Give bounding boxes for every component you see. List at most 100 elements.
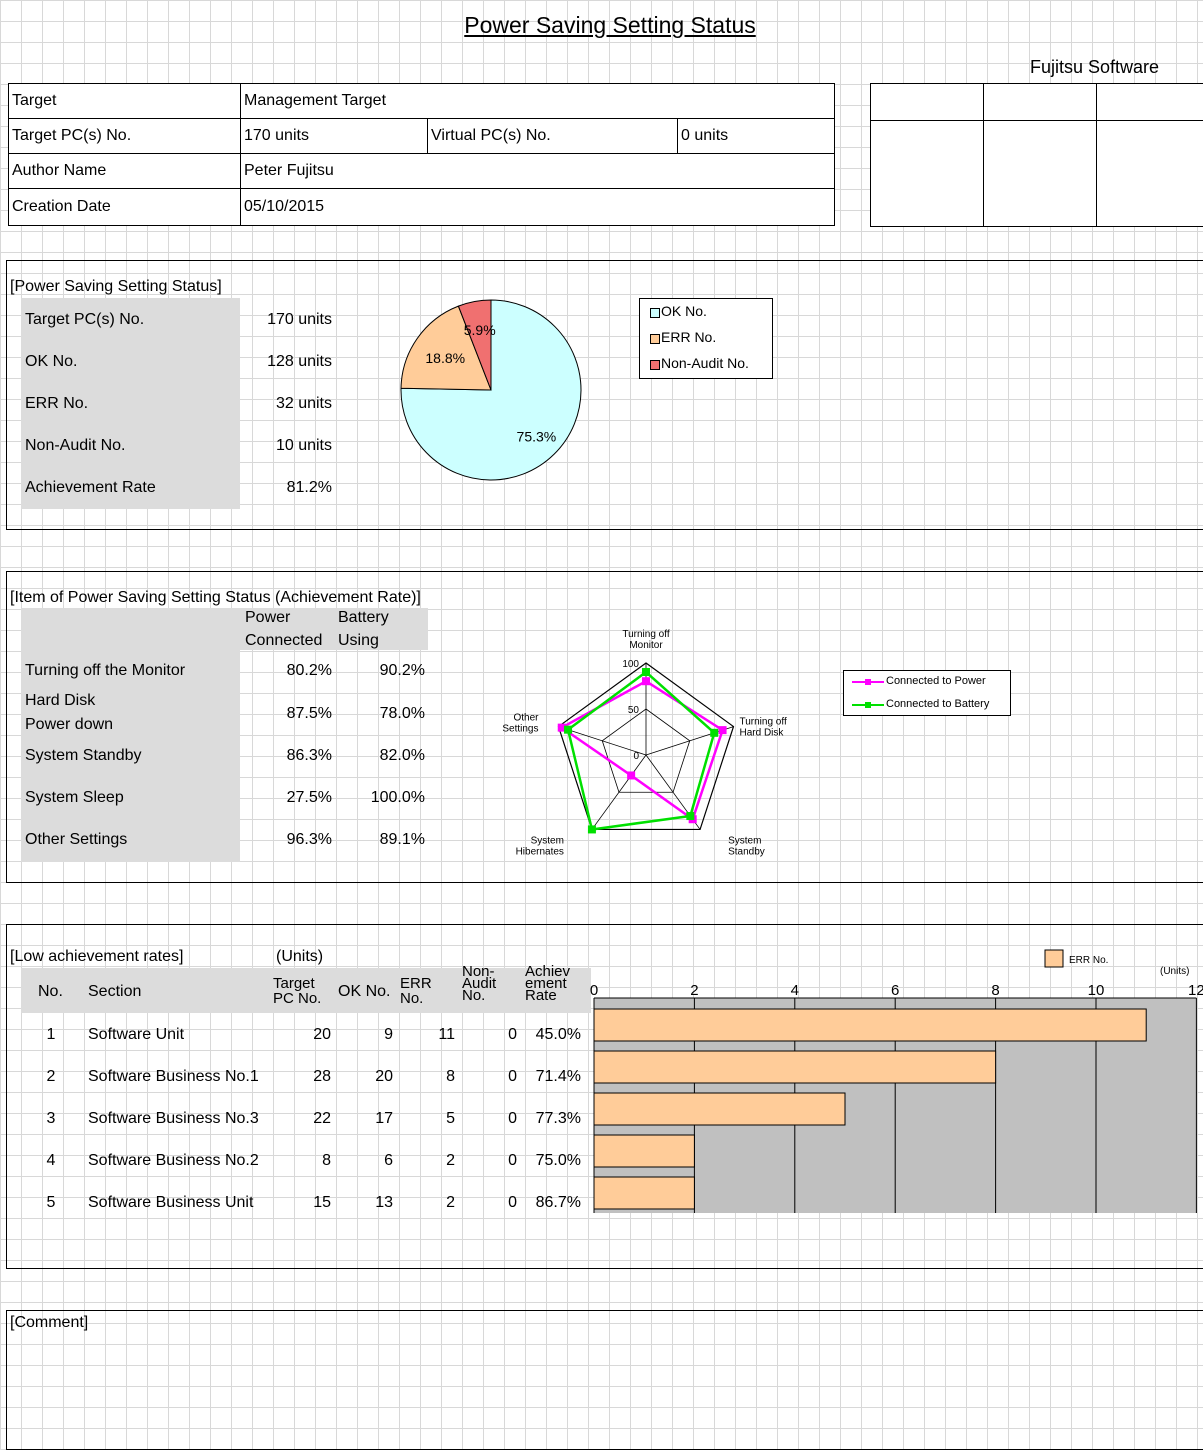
col-ok: OK No.	[338, 983, 391, 1000]
bar	[593, 1176, 695, 1210]
item-row-label: Other Settings	[25, 831, 128, 848]
radar-category-label: Other	[513, 713, 539, 724]
item-row-battery: 89.1%	[379, 831, 425, 848]
author-label: Author Name	[8, 153, 241, 189]
page-title: Power Saving Setting Status	[464, 12, 756, 38]
legend-line-power	[852, 679, 884, 685]
radar-point	[710, 728, 719, 737]
company-name: Fujitsu Software	[1030, 57, 1160, 77]
legend-line-battery	[852, 702, 884, 708]
author-value: Peter Fujitsu	[240, 153, 835, 189]
bar-legend-swatch	[1044, 949, 1064, 968]
status-row-value: 170 units	[267, 311, 332, 328]
item-row-label: Turning off the Monitor	[25, 662, 186, 679]
item-row-power: 87.5%	[286, 705, 332, 722]
bar-tick-label: 4	[791, 982, 799, 999]
bar-tick-label: 8	[991, 982, 999, 999]
err-bar-chart: ERR No. (Units) 0 2 4 6 8 10 12	[590, 949, 1203, 1213]
row-section: Software Business No.3	[88, 1110, 259, 1127]
status-row-label: Target PC(s) No.	[25, 311, 145, 328]
col-power-line1: Power	[245, 609, 291, 626]
status-row-label: Non-Audit No.	[25, 437, 126, 454]
row-target: 28	[313, 1068, 331, 1085]
bar-tick-label: 6	[891, 982, 899, 999]
bar-tick-label: 2	[690, 982, 698, 999]
radar-tick-label: 0	[633, 751, 639, 762]
radar-tick-label: 100	[622, 659, 639, 670]
row-rate: 45.0%	[535, 1026, 581, 1043]
stamp-divider	[983, 84, 984, 226]
row-nonaudit: 0	[508, 1110, 517, 1127]
legend-label: Connected to Battery	[886, 698, 990, 710]
bar-units-label: (Units)	[1160, 966, 1189, 977]
legend-swatch-nonaudit	[650, 360, 660, 370]
legend-label: OK No.	[661, 303, 707, 319]
bar	[593, 1092, 846, 1126]
target-label: Target	[8, 83, 241, 119]
date-label: Creation Date	[8, 188, 241, 226]
radar-tick-label: 50	[628, 705, 640, 716]
comment-label: [Comment]	[10, 1314, 89, 1331]
radar-category-label: Hard Disk	[739, 728, 784, 739]
item-row-battery: 78.0%	[379, 705, 425, 722]
radar-category-label: System	[728, 835, 761, 846]
row-target: 15	[313, 1194, 331, 1211]
row-rate: 71.4%	[535, 1068, 581, 1085]
radar-point	[642, 677, 650, 686]
col-battery-line1: Battery	[338, 609, 389, 626]
bar	[593, 1008, 1147, 1042]
row-ok: 13	[375, 1194, 393, 1211]
item-row-battery: 100.0%	[370, 789, 425, 806]
status-row-label: ERR No.	[25, 395, 89, 412]
row-target: 22	[313, 1110, 331, 1127]
status-row-value: 128 units	[267, 353, 332, 370]
row-err: 11	[438, 1026, 455, 1043]
legend-label: ERR No.	[661, 329, 717, 345]
item-row-battery: 90.2%	[379, 662, 425, 679]
col-target: Target PC No.	[273, 975, 322, 1007]
item-row-power: 96.3%	[286, 831, 332, 848]
row-err: 2	[446, 1152, 455, 1169]
row-section: Software Business No.1	[88, 1068, 259, 1085]
row-section: Software Unit	[88, 1026, 185, 1043]
row-section: Software Business No.2	[88, 1152, 259, 1169]
legend-swatch-err	[650, 334, 660, 344]
pie-label: 75.3%	[517, 428, 557, 444]
stamp-divider	[1096, 84, 1097, 226]
row-ok: 20	[375, 1068, 393, 1085]
virtual-pcs-label: Virtual PC(s) No.	[427, 118, 678, 154]
row-no: 3	[46, 1110, 56, 1127]
legend-swatch-ok	[650, 308, 660, 318]
row-target: 20	[313, 1026, 331, 1043]
col-power-line2: Connected	[245, 632, 323, 649]
row-no: 4	[46, 1152, 56, 1169]
pie-legend: OK No. ERR No. Non-Audit No.	[639, 298, 773, 379]
col-battery-line2: Using	[338, 632, 379, 649]
item-row-label: System Standby	[25, 747, 142, 764]
col-no: No.	[38, 983, 63, 1000]
pie-label: 5.9%	[464, 322, 496, 338]
legend-label: Non-Audit No.	[661, 355, 749, 371]
radar-category-label: Monitor	[629, 640, 663, 651]
radar-category-label: Turning off	[622, 629, 669, 640]
status-section-title: [Power Saving Setting Status]	[10, 278, 222, 295]
col-section: Section	[88, 983, 142, 1000]
comment-section	[6, 1310, 1203, 1450]
row-ok: 17	[375, 1110, 393, 1127]
item-row-label: System Sleep	[25, 789, 124, 806]
virtual-pcs-value: 0 units	[677, 118, 835, 154]
radar-point	[642, 668, 650, 677]
item-row-label: Hard Disk	[25, 692, 96, 709]
status-row-value: 10 units	[275, 437, 332, 454]
row-err: 5	[446, 1110, 455, 1127]
items-radar-chart: 100500Turning offMonitorTurning offHard …	[502, 629, 787, 857]
radar-category-label: Settings	[502, 724, 538, 735]
low-units-label: (Units)	[276, 948, 324, 965]
item-row-label-line2: Power down	[25, 716, 114, 733]
radar-point	[627, 771, 636, 780]
status-row-label: OK No.	[25, 353, 78, 370]
bar-tick-label: 0	[590, 982, 598, 999]
row-rate: 77.3%	[535, 1110, 581, 1127]
pie-label: 18.8%	[425, 350, 465, 366]
radar-point	[587, 825, 596, 834]
